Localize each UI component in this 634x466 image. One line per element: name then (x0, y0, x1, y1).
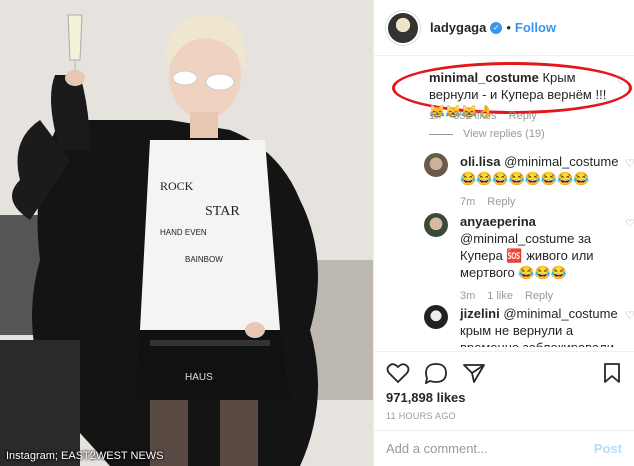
reply-item: jizelini @minimal_costume крым не вернул… (424, 305, 634, 347)
view-replies-button[interactable]: View replies (19) (429, 128, 545, 140)
comments-list[interactable]: minimal_costume Крым вернули - и Купера … (374, 57, 634, 347)
post-comment-button[interactable]: Post (594, 441, 622, 456)
likes-count[interactable]: 971,898 likes (386, 390, 622, 405)
verified-badge-icon: ✓ (490, 21, 503, 34)
reply-item: anyaeperina @minimal_costume за Купера 🆘… (424, 213, 634, 302)
avatar[interactable] (386, 10, 420, 45)
follow-button[interactable]: Follow (515, 20, 556, 35)
comment-time[interactable]: 1h (429, 110, 441, 122)
post-side-panel: ladygaga ✓ • Follow minimal_costume Крым… (373, 0, 634, 466)
like-comment-heart-icon[interactable]: ♡ (625, 217, 634, 230)
post-header: ladygaga ✓ • Follow (374, 0, 634, 56)
comment-meta: 1h 552 likes Reply (429, 110, 537, 122)
post-timestamp[interactable]: 11 HOURS AGO (386, 411, 622, 421)
reply-username[interactable]: jizelini (460, 306, 500, 321)
post-actions: 971,898 likes 11 HOURS AGO (374, 351, 634, 421)
add-comment-bar: Post (374, 430, 634, 466)
avatar[interactable] (424, 213, 448, 237)
comment-likes[interactable]: 552 likes (453, 110, 496, 122)
reply-username[interactable]: oli.lisa (460, 154, 500, 169)
svg-text:STAR: STAR (205, 204, 240, 219)
separator-dot: • (506, 20, 511, 35)
post-photo[interactable]: ROCK STAR HAND EVEN BAINBOW HAUS Instagr… (0, 0, 373, 466)
share-icon[interactable] (462, 362, 486, 384)
photo-credit: Instagram; EAST2WEST NEWS (6, 450, 164, 462)
svg-text:HAUS: HAUS (185, 372, 213, 383)
view-replies-label: View replies (19) (463, 128, 545, 140)
reply-item: oli.lisa @minimal_costume 😂😂😂😂😂😂😂😂 7m Re… (424, 153, 634, 208)
view-replies-line (429, 133, 453, 135)
svg-text:HAND EVEN: HAND EVEN (160, 228, 207, 237)
like-comment-heart-icon[interactable]: ♡ (616, 74, 626, 87)
reply-username[interactable]: anyaeperina (460, 214, 536, 229)
avatar[interactable] (424, 305, 448, 329)
photo-illustration: ROCK STAR HAND EVEN BAINBOW HAUS (0, 0, 373, 466)
reply-button[interactable]: Reply (509, 110, 537, 122)
reply-text: @minimal_costume за Купера 🆘 живого или … (460, 231, 594, 280)
reply-likes[interactable]: 1 like (487, 290, 513, 302)
reply-time[interactable]: 7m (460, 196, 475, 208)
reply-meta: 7m Reply (460, 196, 629, 208)
comment-input[interactable] (386, 441, 594, 456)
like-comment-heart-icon[interactable]: ♡ (625, 309, 634, 322)
svg-text:ROCK: ROCK (160, 179, 194, 193)
svg-text:BAINBOW: BAINBOW (185, 255, 223, 264)
bookmark-icon[interactable] (602, 362, 622, 384)
reply-button[interactable]: Reply (525, 290, 553, 302)
reply-button[interactable]: Reply (487, 196, 515, 208)
comment-icon[interactable] (424, 362, 448, 384)
post-author-username[interactable]: ladygaga (430, 20, 486, 35)
comment-username[interactable]: minimal_costume (429, 70, 539, 85)
like-comment-heart-icon[interactable]: ♡ (625, 157, 634, 170)
reply-meta: 3m 1 like Reply (460, 290, 629, 302)
heart-icon[interactable] (386, 362, 410, 384)
reply-time[interactable]: 3m (460, 290, 475, 302)
avatar[interactable] (424, 153, 448, 177)
